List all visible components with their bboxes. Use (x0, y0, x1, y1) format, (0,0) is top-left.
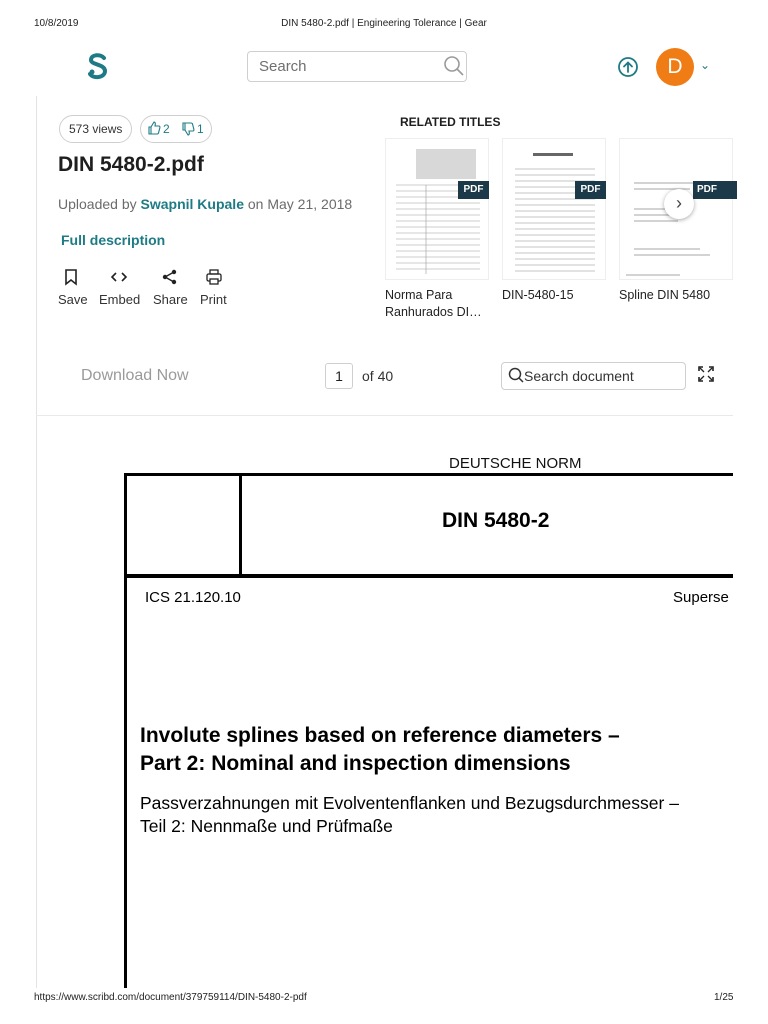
rule-line (124, 574, 733, 578)
german-title-line: Passverzahnungen mit Evolventenflanken u… (140, 793, 679, 813)
document-preview-image (515, 153, 595, 272)
pdf-badge: PDF (693, 181, 737, 199)
rating-pill: 2 1 (140, 115, 212, 143)
save-button[interactable]: Save (58, 292, 88, 307)
related-thumbnail[interactable] (385, 138, 489, 280)
bookmark-icon[interactable] (62, 268, 80, 286)
print-page-title: DIN 5480-2.pdf | Engineering Tolerance |… (281, 18, 487, 29)
uploaded-date: on May 21, 2018 (247, 196, 353, 212)
related-item-1[interactable]: Norma Para Ranhurados DI… (385, 287, 490, 321)
printer-icon[interactable] (205, 268, 223, 286)
related-item-title: Ranhurados DI… (385, 305, 482, 319)
scribd-logo-icon[interactable] (84, 52, 112, 82)
search-document-placeholder: Search document (524, 368, 634, 384)
upload-icon[interactable] (617, 56, 639, 78)
search-placeholder: Search (259, 58, 307, 75)
search-icon[interactable] (443, 55, 465, 77)
share-icon[interactable] (161, 268, 179, 286)
avatar[interactable]: D (656, 48, 694, 86)
rule-line (239, 473, 242, 577)
english-title-line: Involute splines based on reference diam… (140, 724, 620, 747)
page-number-input[interactable]: 1 (325, 363, 353, 389)
related-titles-heading: RELATED TITLES (400, 115, 501, 129)
pdf-badge: PDF (458, 181, 489, 199)
uploader-link[interactable]: Swapnil Kupale (141, 196, 244, 212)
german-title-line: Teil 2: Nennmaße und Prüfmaße (140, 816, 393, 836)
embed-button[interactable]: Embed (99, 292, 140, 307)
likes-count: 2 (163, 122, 170, 136)
print-button[interactable]: Print (200, 292, 227, 307)
uploaded-by: Uploaded by Swapnil Kupale on May 21, 20… (58, 196, 352, 212)
related-thumbnail[interactable] (502, 138, 606, 280)
share-button[interactable]: Share (153, 292, 188, 307)
print-page-number: 1/25 (714, 992, 734, 1003)
document-preview-image (396, 149, 480, 274)
content-frame-left (36, 96, 37, 988)
rule-line (124, 473, 733, 476)
page-count: of 40 (362, 368, 394, 384)
related-item-2[interactable]: DIN-5480-15 (502, 287, 607, 304)
thumbs-down-icon[interactable] (181, 122, 195, 136)
related-item-title: Norma Para (385, 288, 453, 302)
chevron-down-icon[interactable]: ⌄ (700, 58, 710, 72)
din-number: DIN 5480-2 (442, 509, 550, 532)
related-item-title: DIN-5480-15 (502, 288, 574, 302)
search-icon (508, 367, 524, 383)
document-title: DIN 5480-2.pdf (58, 153, 204, 176)
related-item-title: Spline DIN 5480 (619, 288, 711, 302)
english-title: Involute splines based on reference diam… (140, 722, 620, 778)
views-badge: 573 views (59, 115, 133, 143)
print-url: https://www.scribd.com/document/37975911… (34, 992, 307, 1003)
fullscreen-icon[interactable] (697, 365, 715, 383)
thumbs-up-icon[interactable] (147, 121, 161, 135)
uploaded-prefix: Uploaded by (58, 196, 137, 212)
german-title: Passverzahnungen mit Evolventenflanken u… (140, 792, 679, 838)
pdf-badge: PDF (575, 181, 606, 199)
download-now-button[interactable]: Download Now (81, 367, 189, 385)
related-item-3[interactable]: Spline DIN 5480 (619, 287, 724, 304)
code-icon[interactable] (110, 268, 128, 286)
toolbar-divider (36, 415, 733, 416)
supersedes-text: Superse (673, 589, 729, 606)
chevron-right-icon[interactable]: › (664, 189, 694, 219)
full-description-link[interactable]: Full description (61, 232, 165, 248)
rule-line (124, 473, 127, 988)
dislikes-count: 1 (197, 122, 204, 136)
ics-code: ICS 21.120.10 (145, 589, 241, 606)
deutsche-norm-label: DEUTSCHE NORM (449, 455, 582, 472)
english-title-line: Part 2: Nominal and inspection dimension… (140, 752, 571, 775)
